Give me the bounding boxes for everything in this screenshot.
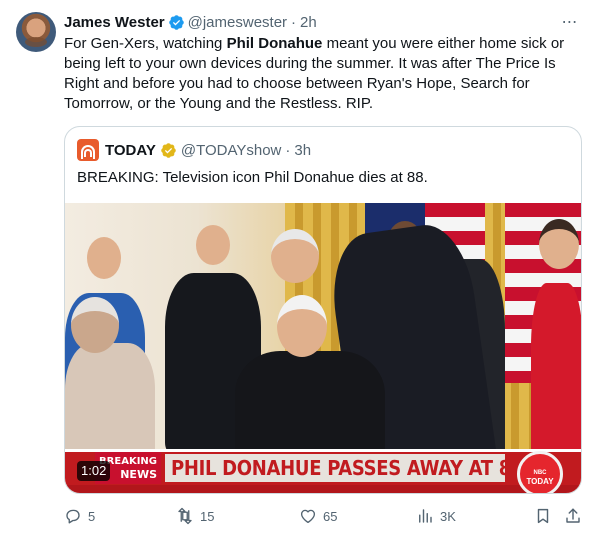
views-chart-icon [419,509,432,523]
video-duration-badge: 1:02 [77,461,111,481]
person-head [539,219,579,269]
person-head [87,237,121,279]
separator-dot: · [285,141,291,159]
tweet-text: For Gen-Xers, watching Phil Donahue mean… [64,34,584,114]
share-button[interactable] [564,504,588,528]
person-head [71,297,119,353]
more-options-icon[interactable]: ⋯ [560,12,580,32]
author-avatar[interactable] [16,12,56,52]
heart-icon [300,509,316,524]
today-logo-label: TODAY [526,477,554,486]
repost-button[interactable]: 15 [176,504,214,528]
quoted-tweet[interactable]: TODAY @TODAYshow · 3h BREAKING: Televisi… [64,126,582,494]
today-logo-network: NBC [533,470,547,476]
today-logo-icon[interactable] [77,139,99,161]
tweet-header: James Wester @jameswester · 2h [64,12,317,32]
reply-button[interactable]: 5 [64,504,95,528]
repost-count: 15 [200,508,215,524]
news-lower-third: BREAKING NEWS PHIL DONAHUE PASSES AWAY A… [65,449,581,493]
news-headline: PHIL DONAHUE PASSES AWAY AT 88 [165,454,505,482]
quoted-tweet-text: BREAKING: Television icon Phil Donahue d… [77,169,428,186]
bookmark-button[interactable] [534,504,558,528]
quoted-author-handle[interactable]: @TODAYshow [181,142,282,159]
tweet-text-part1: For Gen-Xers, watching [64,35,227,52]
tweet-timestamp[interactable]: 2h [300,14,317,31]
person-head [196,225,230,265]
quoted-tweet-header: TODAY @TODAYshow · 3h [77,139,311,161]
quoted-tweet-timestamp[interactable]: 3h [294,142,311,159]
tweet-actions: 5 15 65 3K [64,504,584,528]
views-count: 3K [440,508,456,524]
views-button[interactable]: 3K [416,504,456,528]
separator-dot: · [291,13,297,31]
like-button[interactable]: 65 [299,504,337,528]
verified-badge-icon [168,14,184,30]
like-count: 65 [323,508,338,524]
tweet-text-bold: Phil Donahue [226,35,323,52]
author-handle[interactable]: @jameswester [188,14,287,31]
reply-icon [66,509,80,524]
person-head [277,295,327,357]
reply-count: 5 [88,508,96,524]
author-name[interactable]: James Wester [64,14,165,31]
video-player[interactable]: BREAKING NEWS PHIL DONAHUE PASSES AWAY A… [65,203,581,493]
repost-icon [178,507,192,525]
verified-business-badge-icon [161,142,176,158]
share-icon [566,508,580,523]
bookmark-icon [537,508,549,524]
today-show-logo: NBC TODAY [517,451,563,493]
quoted-author-name[interactable]: TODAY [105,142,156,159]
lower-third-strip [65,485,581,493]
person-head [271,229,319,283]
